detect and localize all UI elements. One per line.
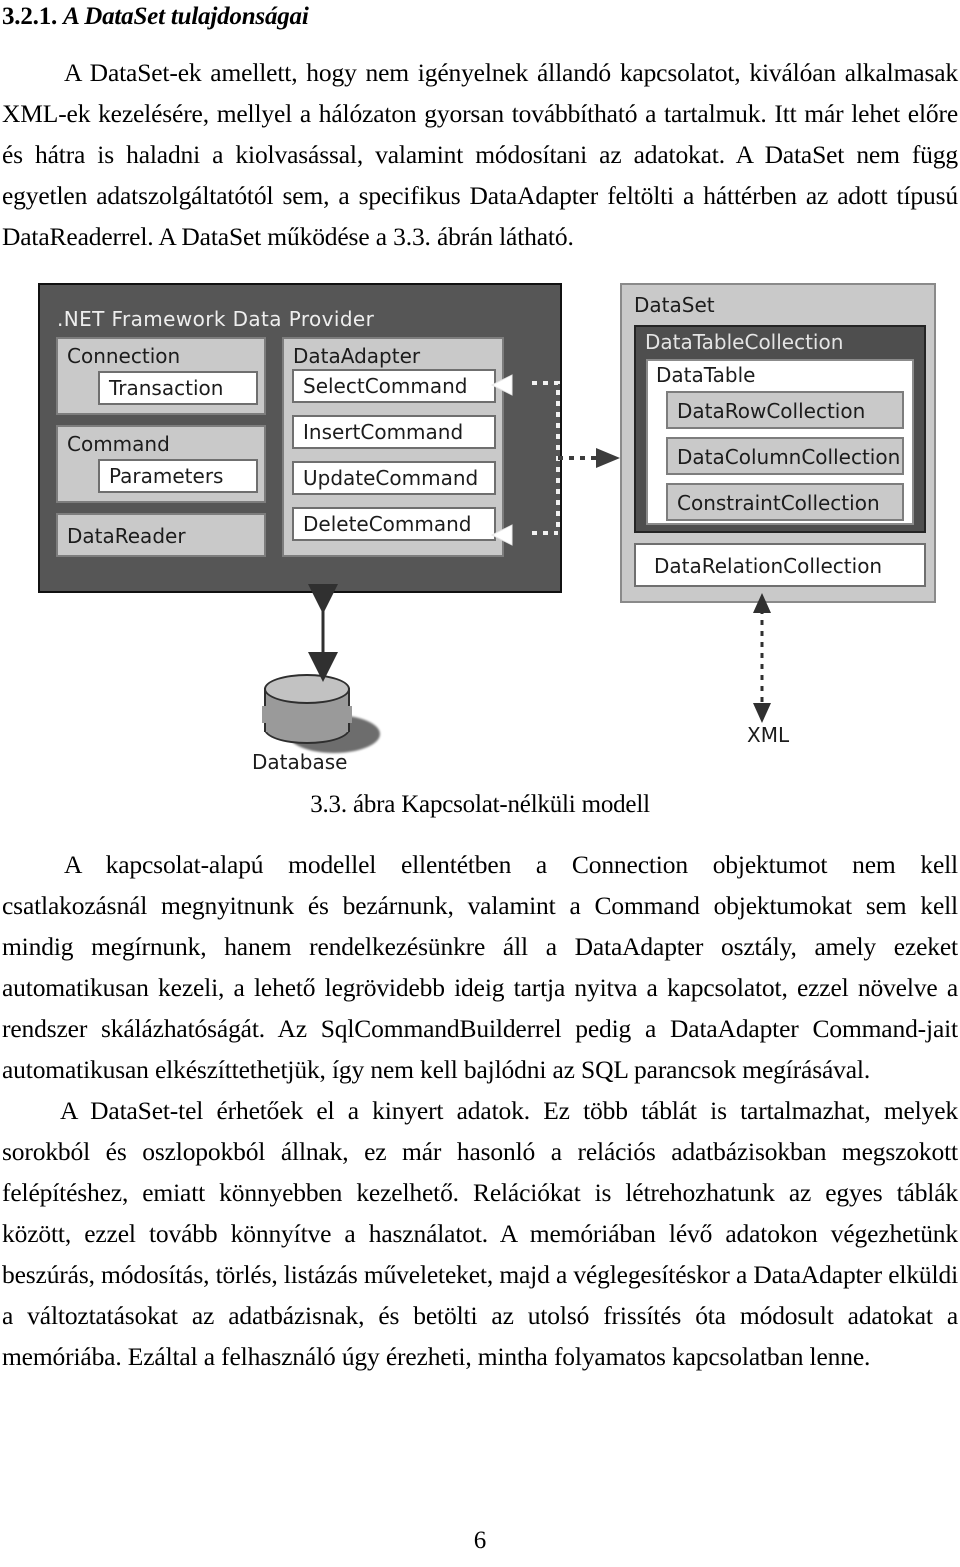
datarowcollection-label: DataRowCollection bbox=[677, 399, 866, 423]
datareader-label: DataReader bbox=[67, 524, 186, 548]
connection-box: Connection Transaction bbox=[56, 337, 266, 415]
datacolumncollection-box: DataColumnCollection bbox=[666, 437, 904, 475]
command-box: Command Parameters bbox=[56, 425, 266, 503]
dataset-panel: DataSet DataTableCollection DataTable Da… bbox=[620, 283, 936, 603]
datarelationcollection-label: DataRelationCollection bbox=[654, 554, 883, 578]
datatable-label: DataTable bbox=[656, 363, 756, 387]
net-framework-data-provider-panel: .NET Framework Data Provider Connection … bbox=[38, 283, 562, 593]
paragraph-2: A kapcsolat-alapú modellel ellentétben a… bbox=[2, 850, 958, 1084]
database-body-mask bbox=[262, 706, 352, 723]
dataadapter-box: DataAdapter SelectCommand InsertCommand … bbox=[282, 337, 504, 557]
section-number: 3.2.1. bbox=[2, 3, 58, 30]
paragraph-3: A DataSet-tel érhetőek el a kinyert adat… bbox=[2, 1096, 958, 1371]
parameters-box: Parameters bbox=[98, 459, 258, 493]
constraintcollection-label: ConstraintCollection bbox=[677, 491, 880, 515]
connection-label: Connection bbox=[67, 344, 181, 368]
datacolumncollection-label: DataColumnCollection bbox=[677, 445, 901, 469]
xml-label: XML bbox=[747, 723, 790, 747]
deletecommand-label: DeleteCommand bbox=[303, 512, 472, 536]
dataadapter-label: DataAdapter bbox=[293, 344, 421, 368]
datareader-box: DataReader bbox=[56, 513, 266, 557]
dataset-title: DataSet bbox=[634, 293, 715, 317]
database-top bbox=[264, 674, 350, 704]
datatablecollection-label: DataTableCollection bbox=[645, 330, 844, 354]
page-title: 3.2.1. A DataSet tulajdonságai bbox=[2, 0, 958, 32]
insertcommand-label: InsertCommand bbox=[303, 420, 464, 444]
figure-caption: 3.3. ábra Kapcsolat-nélküli modell bbox=[310, 791, 650, 818]
updatecommand-label: UpdateCommand bbox=[303, 466, 479, 490]
datarelationcollection-box: DataRelationCollection bbox=[634, 543, 926, 587]
paragraph-1: A DataSet-ek amellett, hogy nem igényeln… bbox=[2, 58, 958, 251]
deletecommand-box: DeleteCommand bbox=[292, 507, 496, 541]
constraintcollection-box: ConstraintCollection bbox=[666, 483, 904, 521]
updatecommand-box: UpdateCommand bbox=[292, 461, 496, 495]
section-title: A DataSet tulajdonságai bbox=[63, 3, 309, 30]
figure-3-3: .NET Framework Data Provider Connection … bbox=[20, 275, 940, 780]
dataset-xml-arrowhead-down bbox=[753, 703, 771, 723]
transaction-box: Transaction bbox=[98, 371, 258, 405]
command-label: Command bbox=[67, 432, 170, 456]
provider-title: .NET Framework Data Provider bbox=[57, 307, 375, 331]
link-to-dataset-arrowhead bbox=[596, 448, 620, 468]
database-cylinder: Database bbox=[252, 670, 388, 775]
selectcommand-box: SelectCommand bbox=[292, 369, 496, 403]
page-number: 6 bbox=[473, 1527, 487, 1554]
insertcommand-box: InsertCommand bbox=[292, 415, 496, 449]
transaction-label: Transaction bbox=[109, 376, 224, 400]
datatable-box: DataTable DataRowCollection DataColumnCo… bbox=[646, 359, 914, 525]
selectcommand-label: SelectCommand bbox=[303, 374, 468, 398]
document-page: 3.2.1. A DataSet tulajdonságai A DataSet… bbox=[0, 0, 960, 1567]
datarowcollection-box: DataRowCollection bbox=[666, 391, 904, 429]
database-label: Database bbox=[252, 750, 348, 774]
parameters-label: Parameters bbox=[109, 464, 224, 488]
datatablecollection-box: DataTableCollection DataTable DataRowCol… bbox=[634, 325, 926, 533]
